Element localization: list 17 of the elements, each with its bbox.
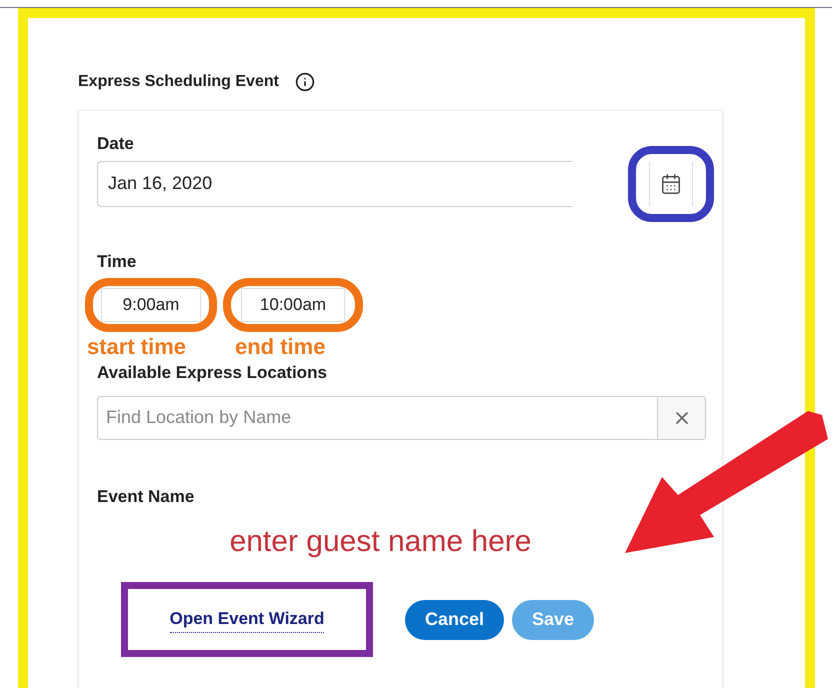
location-search-field[interactable]: Find Location by Name bbox=[97, 396, 658, 440]
form-title: Express Scheduling Event bbox=[78, 72, 279, 92]
start-time-field[interactable]: 9:00am bbox=[101, 288, 201, 322]
field-label: Date bbox=[97, 133, 135, 155]
clear-button[interactable] bbox=[658, 396, 706, 440]
cancel-button[interactable]: Cancel bbox=[405, 600, 504, 640]
annotation-label: end time bbox=[235, 334, 326, 360]
annotation-label: enter guest name here bbox=[230, 524, 532, 560]
info-icon[interactable] bbox=[294, 72, 315, 92]
date-field[interactable]: Jan 16, 2020 bbox=[97, 160, 572, 206]
annotation-label: start time bbox=[87, 334, 188, 360]
calendar-icon bbox=[660, 172, 682, 194]
field-label: Event Name bbox=[97, 486, 196, 508]
wizard-link[interactable]: Open Event Wizard bbox=[170, 606, 324, 633]
field-label: Available Express Locations bbox=[97, 362, 328, 384]
field-label: Time bbox=[97, 250, 138, 272]
end-time-field[interactable]: 10:00am bbox=[241, 288, 345, 322]
